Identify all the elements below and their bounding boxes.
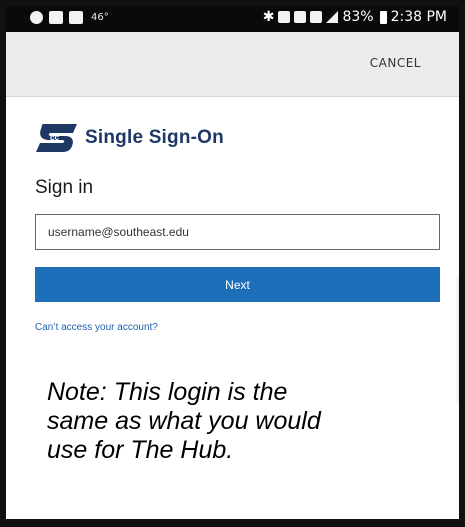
bluetooth-icon: ✱ [262,9,275,25]
sign-in-heading: Sign in [35,177,94,198]
4g-icon [310,11,323,23]
image-icon [49,11,63,24]
note-line: Note: This login is the [47,378,288,406]
note-text: Note: This login is the same as what you… [47,378,387,465]
side-panel-edge [460,274,465,404]
cant-access-account-link[interactable]: Can’t access your account? [35,322,158,333]
status-right-icons: ✱ 83% 2:38 PM [263,9,447,25]
sso-logo-icon: cc [36,124,77,152]
brand-header: cc Single Sign-On [35,123,224,153]
cancel-button[interactable]: CANCEL [370,56,421,70]
brand-title: Single Sign-On [85,127,224,148]
battery-icon [379,10,387,24]
alarm-icon [278,11,291,23]
app-bar: CANCEL [6,32,459,97]
mail-icon [69,11,83,24]
note-line: same as what you would [47,407,321,435]
status-bar: 46° ✱ 83% 2:38 PM [6,6,459,32]
svg-text:cc: cc [50,133,59,142]
note-line: use for The Hub. [47,436,234,464]
phone-screen: 46° ✱ 83% 2:38 PM CANCEL cc Single Sign-… [0,0,465,527]
temperature-text: 46° [91,12,109,23]
username-input[interactable] [35,214,440,250]
wifi-icon [294,11,307,23]
signal-icon [326,11,339,23]
next-button[interactable]: Next [35,267,440,302]
battery-percent: 83% [342,9,374,25]
clock-time: 2:38 PM [390,9,447,25]
status-left-icons: 46° [30,11,109,24]
blocked-icon [30,11,43,24]
